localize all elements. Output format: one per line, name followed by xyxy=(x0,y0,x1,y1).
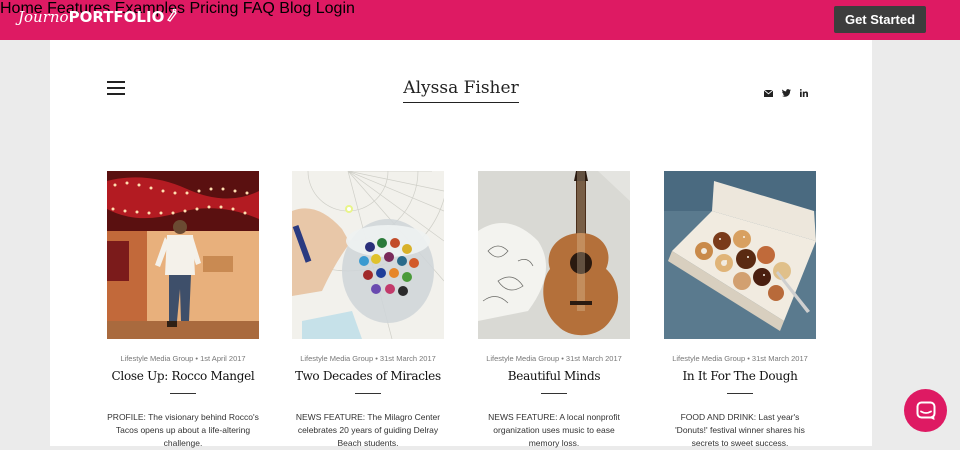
journo-portfolio-logo[interactable]: Journo PORTFOLIO xyxy=(18,8,178,32)
title-divider xyxy=(541,393,567,394)
title-divider xyxy=(727,393,753,394)
post-title[interactable]: Two Decades of Miracles xyxy=(292,369,444,383)
post-card[interactable]: Lifestyle Media Group • 31st March 2017 … xyxy=(664,171,816,450)
nav-blog[interactable]: Blog xyxy=(279,0,311,17)
post-excerpt: PROFILE: The visionary behind Rocco's Ta… xyxy=(107,412,259,448)
social-links xyxy=(763,84,808,102)
post-excerpt: NEWS FEATURE: A local nonprofit organiza… xyxy=(488,412,620,448)
post-card[interactable]: Lifestyle Media Group • 31st March 2017 … xyxy=(292,171,444,450)
post-thumbnail[interactable] xyxy=(292,171,444,339)
post-card[interactable]: Lifestyle Media Group • 1st April 2017 C… xyxy=(107,171,259,450)
nav-faq[interactable]: FAQ xyxy=(243,0,275,17)
logo-script-text: Journo xyxy=(18,8,69,26)
post-title[interactable]: Beautiful Minds xyxy=(478,369,630,383)
top-nav-bar: Journo PORTFOLIO Home Features Examples … xyxy=(0,0,960,40)
post-thumbnail[interactable] xyxy=(478,171,630,339)
post-title[interactable]: Close Up: Rocco Mangel xyxy=(107,369,259,383)
post-meta: Lifestyle Media Group • 1st April 2017 xyxy=(120,354,246,363)
post-meta: Lifestyle Media Group • 31st March 2017 xyxy=(486,354,622,363)
post-card[interactable]: Lifestyle Media Group • 31st March 2017 … xyxy=(478,171,630,450)
post-excerpt: FOOD AND DRINK: Last year's 'Donuts!' fe… xyxy=(675,412,805,448)
title-divider xyxy=(355,393,381,394)
nav-pricing[interactable]: Pricing xyxy=(189,0,238,17)
get-started-button[interactable]: Get Started xyxy=(834,6,926,33)
logo-bold-text: PORTFOLIO xyxy=(68,8,165,26)
post-title[interactable]: In It For The Dough xyxy=(664,369,816,383)
portfolio-page: Alyssa Fisher Lifestyle Media Group • 1s… xyxy=(50,40,872,448)
pen-nib-icon xyxy=(167,8,178,22)
post-thumbnail[interactable] xyxy=(107,171,259,339)
chat-bubble-icon[interactable] xyxy=(904,389,947,432)
post-excerpt: NEWS FEATURE: The Milagro Center celebra… xyxy=(295,412,441,448)
title-divider xyxy=(170,393,196,394)
linkedin-icon[interactable] xyxy=(799,84,808,102)
mail-icon[interactable] xyxy=(763,84,774,102)
post-meta: Lifestyle Media Group • 31st March 2017 xyxy=(672,354,808,363)
site-title-wrap: Alyssa Fisher xyxy=(50,78,872,103)
twitter-icon[interactable] xyxy=(782,84,791,102)
post-meta: Lifestyle Media Group • 31st March 2017 xyxy=(300,354,436,363)
nav-login[interactable]: Login xyxy=(316,0,355,17)
site-title[interactable]: Alyssa Fisher xyxy=(403,78,519,103)
post-thumbnail[interactable] xyxy=(664,171,816,339)
